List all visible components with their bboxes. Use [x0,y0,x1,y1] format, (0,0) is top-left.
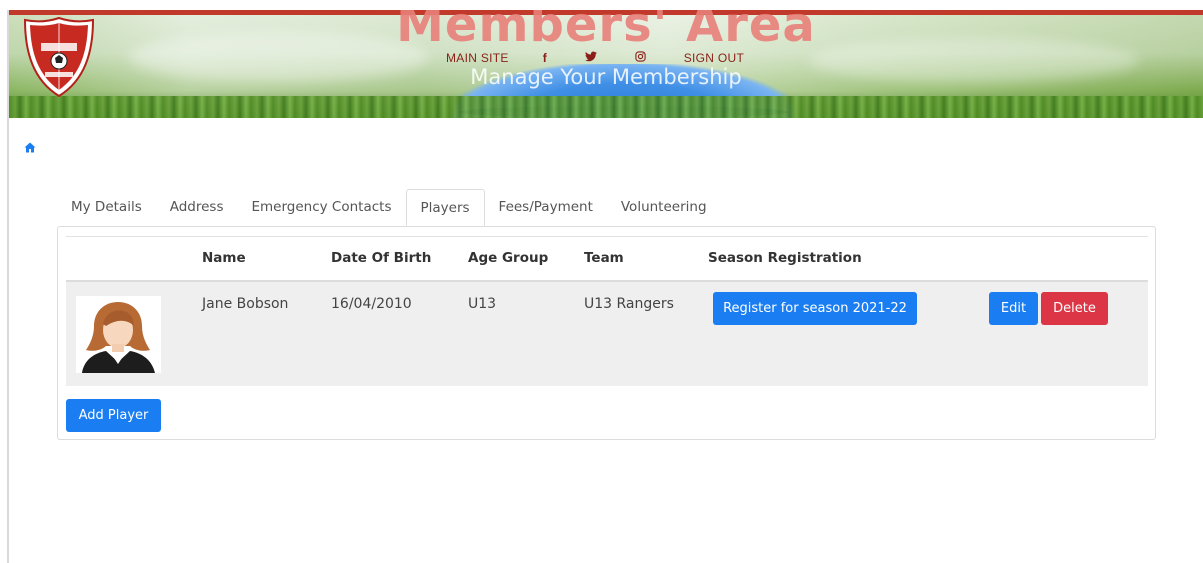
player-dob: 16/04/2010 [331,296,412,312]
column-header-name: Name [202,250,246,266]
tab-emergency-contacts[interactable]: Emergency Contacts [238,189,406,226]
table-divider [66,236,1148,237]
add-player-button[interactable]: Add Player [66,399,161,432]
twitter-icon[interactable] [584,51,597,65]
tab-volunteering[interactable]: Volunteering [607,189,721,226]
column-header-age-group: Age Group [468,250,549,266]
tab-my-details[interactable]: My Details [57,189,156,226]
page-title: Members' Area [396,10,816,53]
player-name: Jane Bobson [202,296,289,312]
tab-fees-payment[interactable]: Fees/Payment [485,189,607,226]
delete-player-button[interactable]: Delete [1041,292,1108,325]
instagram-icon[interactable] [635,51,646,65]
header-nav: MAIN SITE f SIGN OUT [446,51,778,65]
grass-strip [9,96,1203,118]
facebook-icon[interactable]: f [543,51,547,65]
players-panel: Name Date Of Birth Age Group Team Season… [57,226,1156,440]
column-header-team: Team [584,250,624,266]
club-logo[interactable] [23,16,95,98]
player-avatar [76,296,161,373]
register-season-button[interactable]: Register for season 2021-22 [713,292,917,325]
tab-address[interactable]: Address [156,189,238,226]
sign-out-link[interactable]: SIGN OUT [684,51,744,65]
member-tabs: My Details Address Emergency Contacts Pl… [57,189,721,226]
main-site-link[interactable]: MAIN SITE [446,51,509,65]
column-header-dob: Date Of Birth [331,250,432,266]
home-icon[interactable] [24,138,36,153]
player-team: U13 Rangers [584,296,674,312]
edit-player-button[interactable]: Edit [989,292,1038,325]
table-row: Jane Bobson 16/04/2010 U13 U13 Rangers R… [66,280,1148,386]
player-age-group: U13 [468,296,497,312]
header-banner: Members' Area Manage Your Membership MAI… [9,10,1203,118]
column-header-season-registration: Season Registration [708,250,862,266]
page-subtitle: Manage Your Membership [470,65,742,89]
tab-players[interactable]: Players [405,189,485,226]
